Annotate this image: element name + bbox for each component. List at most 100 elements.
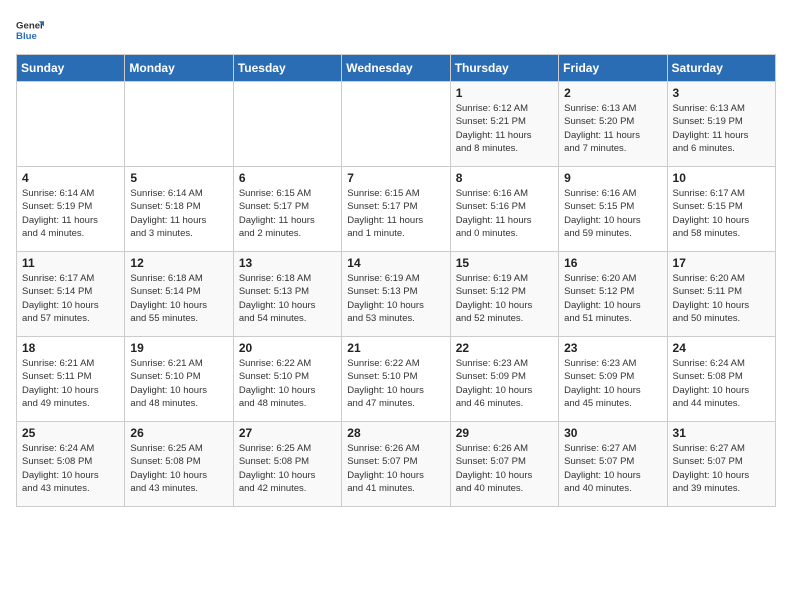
day-detail: Sunrise: 6:17 AM Sunset: 5:15 PM Dayligh… [673, 187, 770, 240]
weekday-header-thursday: Thursday [450, 55, 558, 82]
calendar-cell: 22 Sunrise: 6:23 AM Sunset: 5:09 PM Dayli… [450, 337, 558, 422]
calendar-cell: 25 Sunrise: 6:24 AM Sunset: 5:08 PM Dayli… [17, 422, 125, 507]
day-detail: Sunrise: 6:14 AM Sunset: 5:18 PM Dayligh… [130, 187, 227, 240]
calendar-cell: 10 Sunrise: 6:17 AM Sunset: 5:15 PM Dayli… [667, 167, 775, 252]
day-detail: Sunrise: 6:22 AM Sunset: 5:10 PM Dayligh… [239, 357, 336, 410]
calendar-cell: 6 Sunrise: 6:15 AM Sunset: 5:17 PM Daylig… [233, 167, 341, 252]
logo: General Blue [16, 16, 44, 44]
day-detail: Sunrise: 6:16 AM Sunset: 5:15 PM Dayligh… [564, 187, 661, 240]
calendar-cell: 7Sunrise: 6:15 AM Sunset: 5:17 PM Daylig… [342, 167, 450, 252]
weekday-header-friday: Friday [559, 55, 667, 82]
logo-icon: General Blue [16, 16, 44, 44]
day-number: 25 [22, 426, 119, 440]
day-detail: Sunrise: 6:23 AM Sunset: 5:09 PM Dayligh… [564, 357, 661, 410]
day-number: 27 [239, 426, 336, 440]
weekday-header-monday: Monday [125, 55, 233, 82]
svg-text:Blue: Blue [16, 31, 37, 42]
day-detail: Sunrise: 6:18 AM Sunset: 5:14 PM Dayligh… [130, 272, 227, 325]
day-number: 22 [456, 341, 553, 355]
day-detail: Sunrise: 6:15 AM Sunset: 5:17 PM Dayligh… [347, 187, 444, 240]
day-number: 24 [673, 341, 770, 355]
calendar-cell: 29Sunrise: 6:26 AM Sunset: 5:07 PM Dayli… [450, 422, 558, 507]
calendar-cell: 19 Sunrise: 6:21 AM Sunset: 5:10 PM Dayli… [125, 337, 233, 422]
day-number: 23 [564, 341, 661, 355]
day-number: 18 [22, 341, 119, 355]
calendar-cell: 20 Sunrise: 6:22 AM Sunset: 5:10 PM Dayli… [233, 337, 341, 422]
calendar-cell [233, 82, 341, 167]
day-number: 2 [564, 86, 661, 100]
calendar-cell: 9 Sunrise: 6:16 AM Sunset: 5:15 PM Daylig… [559, 167, 667, 252]
calendar-cell: 28 Sunrise: 6:26 AM Sunset: 5:07 PM Dayli… [342, 422, 450, 507]
day-number: 6 [239, 171, 336, 185]
day-number: 31 [673, 426, 770, 440]
calendar-cell [17, 82, 125, 167]
day-detail: Sunrise: 6:24 AM Sunset: 5:08 PM Dayligh… [673, 357, 770, 410]
day-detail: Sunrise: 6:21 AM Sunset: 5:10 PM Dayligh… [130, 357, 227, 410]
day-detail: Sunrise: 6:17 AM Sunset: 5:14 PM Dayligh… [22, 272, 119, 325]
day-detail: Sunrise: 6:26 AM Sunset: 5:07 PM Dayligh… [456, 442, 553, 495]
calendar-cell: 1Sunrise: 6:12 AM Sunset: 5:21 PM Daylig… [450, 82, 558, 167]
day-number: 15 [456, 256, 553, 270]
day-detail: Sunrise: 6:25 AM Sunset: 5:08 PM Dayligh… [130, 442, 227, 495]
calendar-week-2: 4 Sunrise: 6:14 AM Sunset: 5:19 PM Daylig… [17, 167, 776, 252]
day-detail: Sunrise: 6:19 AM Sunset: 5:13 PM Dayligh… [347, 272, 444, 325]
day-detail: Sunrise: 6:15 AM Sunset: 5:17 PM Dayligh… [239, 187, 336, 240]
day-detail: Sunrise: 6:24 AM Sunset: 5:08 PM Dayligh… [22, 442, 119, 495]
day-number: 28 [347, 426, 444, 440]
day-number: 16 [564, 256, 661, 270]
calendar-cell: 17Sunrise: 6:20 AM Sunset: 5:11 PM Dayli… [667, 252, 775, 337]
day-number: 10 [673, 171, 770, 185]
day-number: 1 [456, 86, 553, 100]
calendar-cell [125, 82, 233, 167]
calendar-cell: 12 Sunrise: 6:18 AM Sunset: 5:14 PM Dayli… [125, 252, 233, 337]
calendar-cell: 11 Sunrise: 6:17 AM Sunset: 5:14 PM Dayli… [17, 252, 125, 337]
page-header: General Blue [16, 16, 776, 44]
day-number: 11 [22, 256, 119, 270]
day-number: 5 [130, 171, 227, 185]
calendar-cell: 18Sunrise: 6:21 AM Sunset: 5:11 PM Dayli… [17, 337, 125, 422]
day-number: 12 [130, 256, 227, 270]
day-detail: Sunrise: 6:27 AM Sunset: 5:07 PM Dayligh… [673, 442, 770, 495]
calendar-cell: 31 Sunrise: 6:27 AM Sunset: 5:07 PM Dayli… [667, 422, 775, 507]
day-detail: Sunrise: 6:22 AM Sunset: 5:10 PM Dayligh… [347, 357, 444, 410]
calendar-table: SundayMondayTuesdayWednesdayThursdayFrid… [16, 54, 776, 507]
day-detail: Sunrise: 6:20 AM Sunset: 5:12 PM Dayligh… [564, 272, 661, 325]
calendar-week-1: 1Sunrise: 6:12 AM Sunset: 5:21 PM Daylig… [17, 82, 776, 167]
calendar-week-3: 11 Sunrise: 6:17 AM Sunset: 5:14 PM Dayli… [17, 252, 776, 337]
calendar-cell: 21 Sunrise: 6:22 AM Sunset: 5:10 PM Dayli… [342, 337, 450, 422]
day-number: 30 [564, 426, 661, 440]
day-number: 4 [22, 171, 119, 185]
day-detail: Sunrise: 6:18 AM Sunset: 5:13 PM Dayligh… [239, 272, 336, 325]
day-number: 3 [673, 86, 770, 100]
day-detail: Sunrise: 6:27 AM Sunset: 5:07 PM Dayligh… [564, 442, 661, 495]
day-number: 8 [456, 171, 553, 185]
calendar-cell: 2Sunrise: 6:13 AM Sunset: 5:20 PM Daylig… [559, 82, 667, 167]
day-number: 21 [347, 341, 444, 355]
day-detail: Sunrise: 6:20 AM Sunset: 5:11 PM Dayligh… [673, 272, 770, 325]
day-detail: Sunrise: 6:14 AM Sunset: 5:19 PM Dayligh… [22, 187, 119, 240]
day-number: 20 [239, 341, 336, 355]
calendar-cell: 24 Sunrise: 6:24 AM Sunset: 5:08 PM Dayli… [667, 337, 775, 422]
day-detail: Sunrise: 6:25 AM Sunset: 5:08 PM Dayligh… [239, 442, 336, 495]
calendar-cell: 15 Sunrise: 6:19 AM Sunset: 5:12 PM Dayli… [450, 252, 558, 337]
calendar-cell: 4 Sunrise: 6:14 AM Sunset: 5:19 PM Daylig… [17, 167, 125, 252]
calendar-cell: 5 Sunrise: 6:14 AM Sunset: 5:18 PM Daylig… [125, 167, 233, 252]
calendar-week-5: 25 Sunrise: 6:24 AM Sunset: 5:08 PM Dayli… [17, 422, 776, 507]
day-detail: Sunrise: 6:23 AM Sunset: 5:09 PM Dayligh… [456, 357, 553, 410]
day-number: 19 [130, 341, 227, 355]
day-number: 26 [130, 426, 227, 440]
calendar-cell: 30 Sunrise: 6:27 AM Sunset: 5:07 PM Dayli… [559, 422, 667, 507]
day-number: 9 [564, 171, 661, 185]
calendar-cell: 27 Sunrise: 6:25 AM Sunset: 5:08 PM Dayli… [233, 422, 341, 507]
day-detail: Sunrise: 6:16 AM Sunset: 5:16 PM Dayligh… [456, 187, 553, 240]
day-detail: Sunrise: 6:26 AM Sunset: 5:07 PM Dayligh… [347, 442, 444, 495]
weekday-header-tuesday: Tuesday [233, 55, 341, 82]
calendar-week-4: 18Sunrise: 6:21 AM Sunset: 5:11 PM Dayli… [17, 337, 776, 422]
day-detail: Sunrise: 6:19 AM Sunset: 5:12 PM Dayligh… [456, 272, 553, 325]
day-number: 14 [347, 256, 444, 270]
calendar-cell: 8 Sunrise: 6:16 AM Sunset: 5:16 PM Daylig… [450, 167, 558, 252]
calendar-cell: 13 Sunrise: 6:18 AM Sunset: 5:13 PM Dayli… [233, 252, 341, 337]
calendar-cell: 14 Sunrise: 6:19 AM Sunset: 5:13 PM Dayli… [342, 252, 450, 337]
calendar-cell [342, 82, 450, 167]
day-number: 13 [239, 256, 336, 270]
